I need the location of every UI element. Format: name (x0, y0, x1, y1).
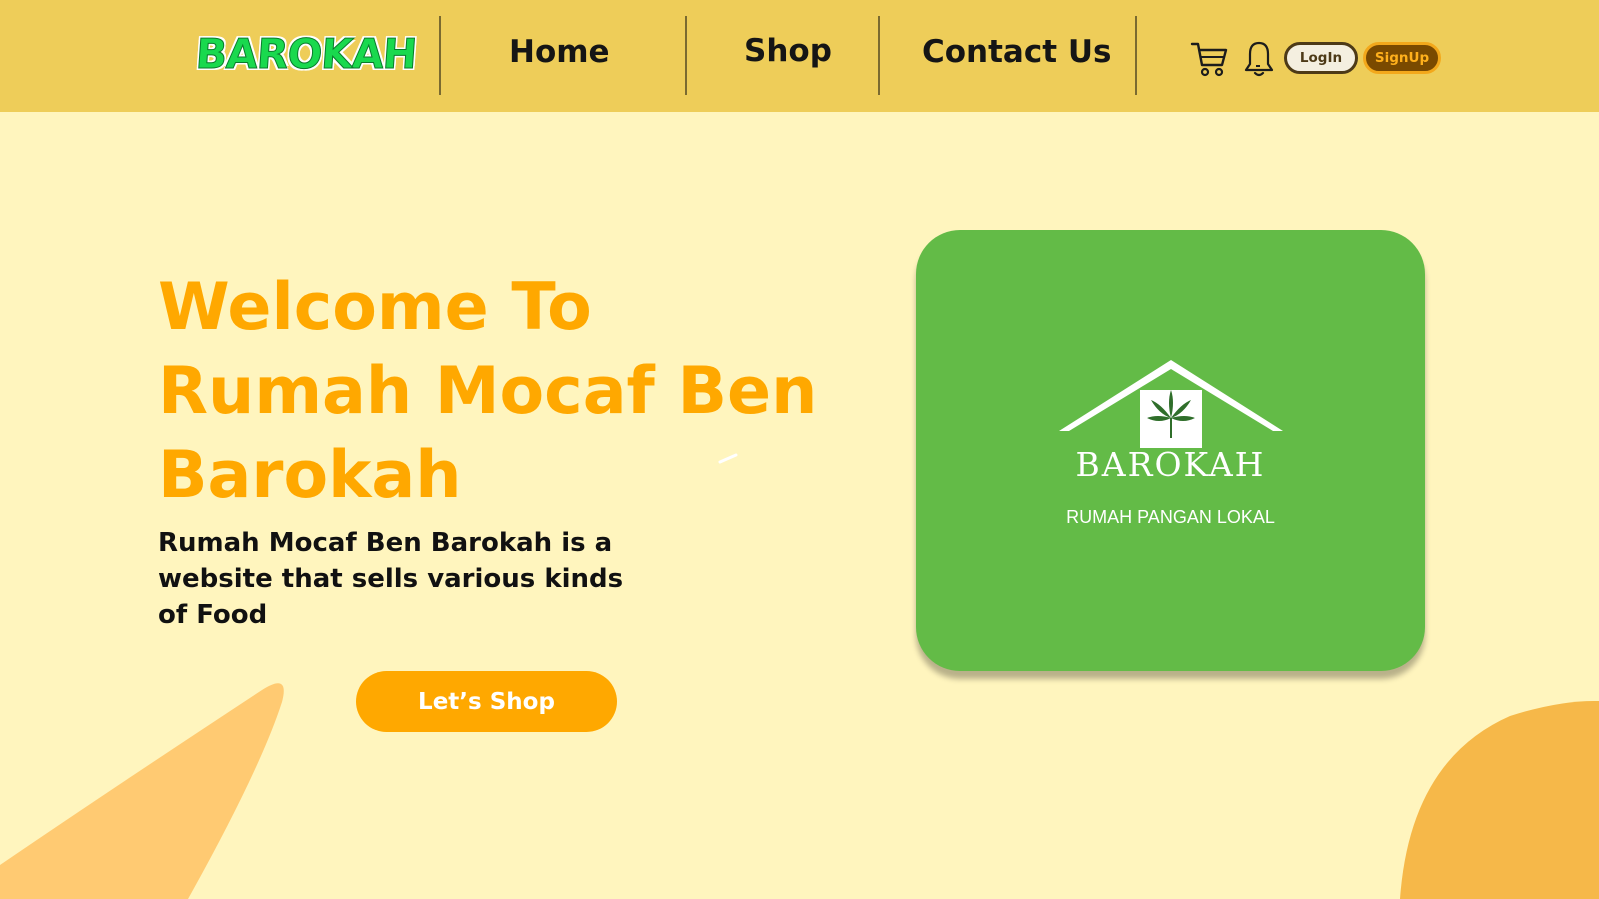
card-brand-name: BAROKAH (1075, 445, 1266, 484)
right-circle-shape (1400, 700, 1599, 899)
nav-divider (878, 16, 880, 95)
left-leaf-shape (0, 683, 284, 899)
nav-home-link[interactable]: Home (509, 34, 610, 70)
bell-icon[interactable] (1244, 40, 1274, 78)
lets-shop-button[interactable]: Let’s Shop (356, 671, 617, 732)
card-tagline: RUMAH PANGAN LOKAL (1066, 507, 1275, 527)
house-leaf-icon (1059, 360, 1283, 448)
cart-icon[interactable] (1190, 40, 1228, 78)
hero-title: Welcome To Rumah Mocaf Ben Barokah (158, 270, 818, 513)
nav-divider (439, 16, 441, 95)
brand-logo[interactable]: BAROKAH (194, 30, 419, 79)
signup-button[interactable]: SignUp (1363, 42, 1441, 74)
nav-divider (1135, 16, 1137, 95)
navbar: BAROKAH Home Shop Contact Us LogIn SignU… (0, 0, 1599, 112)
nav-shop-link[interactable]: Shop (744, 33, 832, 69)
hero-description: Rumah Mocaf Ben Barokah is a website tha… (158, 528, 624, 630)
nav-contact-link[interactable]: Contact Us (922, 34, 1111, 70)
brand-logo-card: BAROKAH RUMAH PANGAN LOKAL (916, 230, 1425, 671)
login-button[interactable]: LogIn (1284, 42, 1358, 74)
nav-divider (685, 16, 687, 95)
